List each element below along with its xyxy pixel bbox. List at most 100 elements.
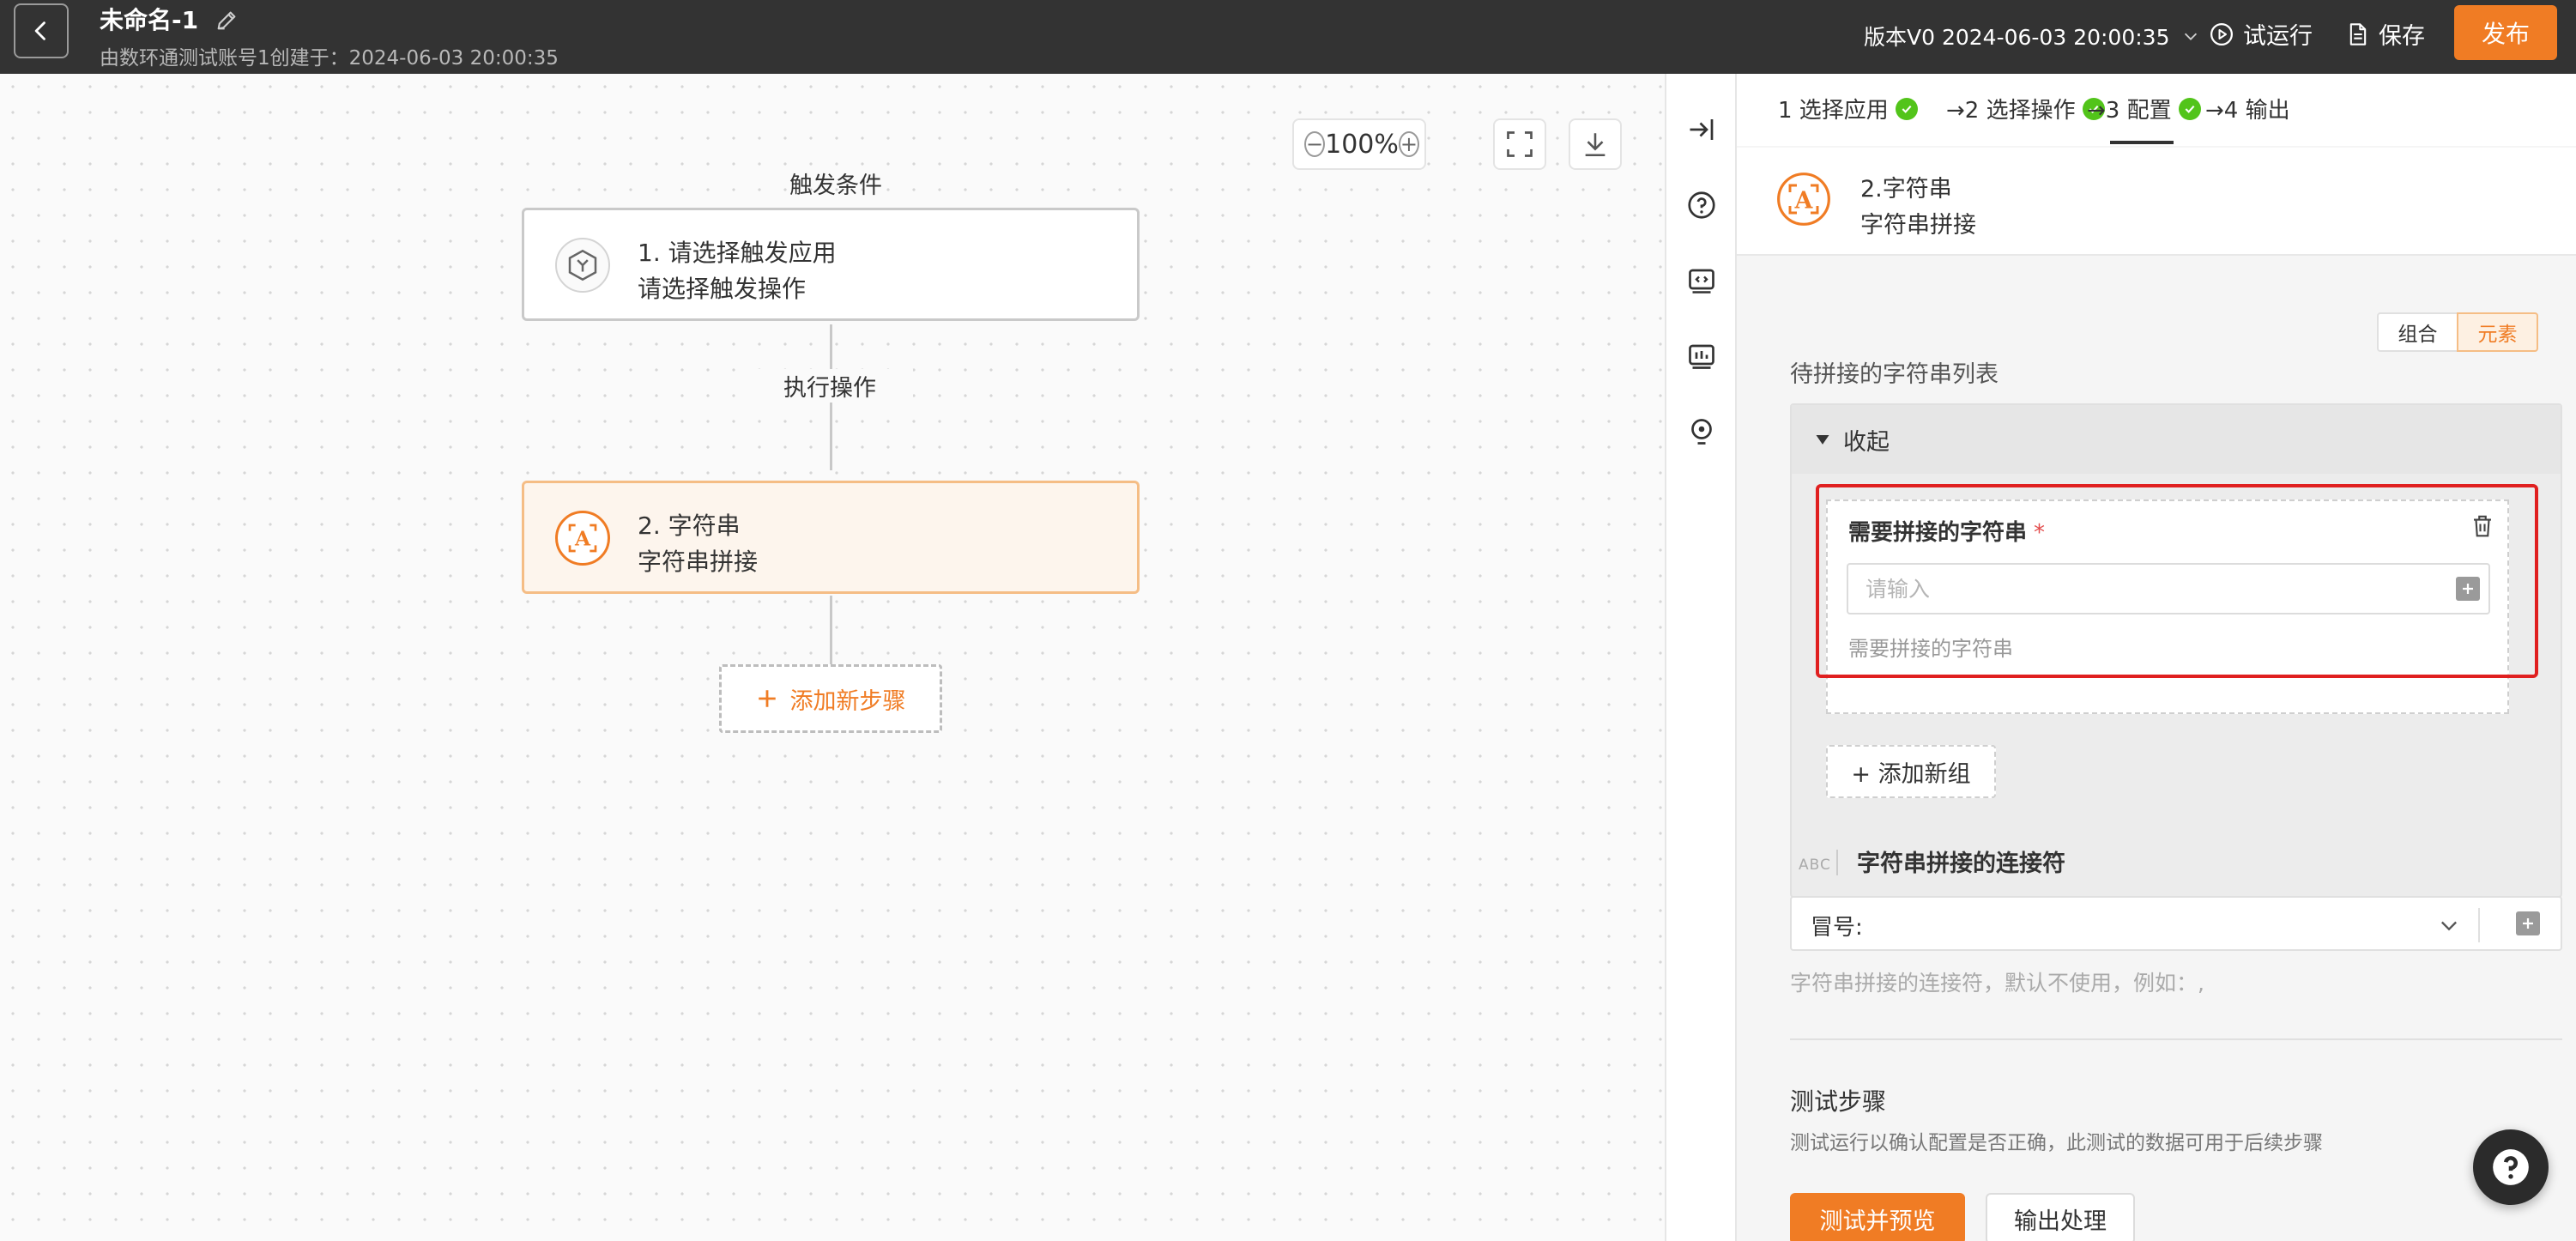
app-action: 字符串拼接 xyxy=(1860,212,1976,239)
zoom-in-button[interactable]: + xyxy=(1398,131,1419,157)
step-configure[interactable]: →3 配置 xyxy=(2087,93,2201,124)
step-label: →2 选择操作 xyxy=(1946,98,2076,124)
version-selector[interactable]: 版本V0 2024-06-03 20:00:35 xyxy=(1864,21,2200,51)
string-list-group: 收起 需要拼接的字符串* 需要拼接的字符串 + 添加新组 xyxy=(1790,403,2562,898)
step-output[interactable]: →4 输出 xyxy=(2205,93,2290,124)
check-circle-icon xyxy=(2178,97,2201,120)
string-input[interactable] xyxy=(1848,565,2415,613)
connector-hint: 字符串拼接的连接符，默认不使用，例如：, xyxy=(1790,971,2204,996)
test-step-title: 测试步骤 xyxy=(1790,1087,1887,1116)
insert-variable-icon[interactable] xyxy=(2456,577,2480,601)
mode-toggle: 组合 元素 xyxy=(2377,312,2538,352)
svg-text:A: A xyxy=(574,526,591,550)
document-icon xyxy=(2349,22,2367,45)
divider xyxy=(2478,908,2480,942)
back-button[interactable] xyxy=(14,3,69,58)
zoom-level: 100% xyxy=(1325,129,1399,160)
node-subtitle: 请选择触发操作 xyxy=(638,275,807,303)
field-hint: 需要拼接的字符串 xyxy=(1848,637,2013,661)
selected-app-card: A 2.字符串 字符串拼接 xyxy=(1737,148,2576,256)
log-button[interactable] xyxy=(1684,338,1720,374)
insert-variable-icon[interactable] xyxy=(2516,911,2540,935)
mode-element-option[interactable]: 元素 xyxy=(2457,312,2538,352)
lightbulb-icon xyxy=(1691,419,1712,445)
caret-down-icon xyxy=(1816,435,1829,445)
chevron-down-icon xyxy=(2185,33,2198,40)
play-circle-icon xyxy=(2210,22,2233,45)
connector-value: 冒号: xyxy=(1811,915,1863,941)
output-process-button[interactable]: 输出处理 xyxy=(1986,1193,2135,1241)
string-app-icon: A xyxy=(555,511,610,566)
connector-select[interactable]: 冒号: xyxy=(1790,896,2562,951)
string-input-box xyxy=(1847,563,2490,614)
top-header: 未命名-1 由数环通测试账号1创建于：2024-06-03 20:00:35 版… xyxy=(0,0,2576,74)
trigger-label: 触发条件 xyxy=(789,173,882,199)
help-float-button[interactable] xyxy=(2473,1129,2549,1205)
test-step-desc: 测试运行以确认配置是否正确，此测试的数据可用于后续步骤 xyxy=(1790,1132,2323,1154)
code-button[interactable] xyxy=(1684,263,1720,299)
add-step-label: 添加新步骤 xyxy=(789,687,906,715)
step-label: →3 配置 xyxy=(2087,98,2172,124)
app-placeholder-icon xyxy=(555,238,610,293)
trial-run-label: 试运行 xyxy=(2243,23,2313,50)
divider xyxy=(1836,850,1838,875)
node-title: 1. 请选择触发应用 xyxy=(638,239,837,267)
chevron-left-icon xyxy=(34,21,45,40)
zoom-control: − 100% + xyxy=(1292,118,1426,170)
collapse-toggle[interactable]: 收起 xyxy=(1792,405,2561,474)
node-title: 2. 字符串 xyxy=(638,512,741,540)
chart-window-icon xyxy=(1689,344,1714,369)
node-subtitle: 字符串拼接 xyxy=(638,548,759,576)
collapse-panel-button[interactable] xyxy=(1684,112,1720,148)
zoom-out-button[interactable]: − xyxy=(1304,131,1326,157)
download-button[interactable] xyxy=(1569,118,1622,170)
workflow-title: 未命名-1 xyxy=(100,6,199,34)
mode-combine-option[interactable]: 组合 xyxy=(2379,314,2457,350)
step-select-action[interactable]: →2 选择操作 xyxy=(1946,93,2105,124)
config-panel: 1 选择应用 →2 选择操作 →3 配置 →4 输出 A 2.字符串 字符串拼接… xyxy=(1735,74,2576,1241)
connector-title: 字符串拼接的连接符 xyxy=(1857,851,2065,877)
add-group-button[interactable]: + 添加新组 xyxy=(1826,745,1996,798)
created-info: 由数环通测试账号1创建于：2024-06-03 20:00:35 xyxy=(100,47,559,70)
question-circle-icon xyxy=(1688,191,1715,219)
save-label: 保存 xyxy=(2379,23,2425,50)
string-app-icon: A xyxy=(1777,173,1830,226)
section-divider xyxy=(1790,1038,2562,1040)
step-progress: 1 选择应用 →2 选择操作 →3 配置 →4 输出 xyxy=(1737,74,2576,146)
action-label: 执行操作 xyxy=(747,369,913,403)
plus-icon xyxy=(758,690,776,707)
save-button[interactable]: 保存 xyxy=(2346,17,2425,51)
active-step-indicator xyxy=(2110,141,2174,144)
step-label: →4 输出 xyxy=(2205,98,2290,124)
string-list-label: 待拼接的字符串列表 xyxy=(1790,361,1999,388)
trigger-node[interactable]: 1. 请选择触发应用 请选择触发操作 xyxy=(522,208,1140,321)
collapse-right-icon xyxy=(1690,119,1714,140)
chevron-down-icon xyxy=(2441,921,2457,931)
add-step-button[interactable]: 添加新步骤 xyxy=(719,664,942,733)
trash-icon[interactable] xyxy=(2470,513,2495,539)
svg-text:A: A xyxy=(1794,188,1813,215)
side-toolbar xyxy=(1665,74,1735,1241)
step-select-app[interactable]: 1 选择应用 xyxy=(1778,93,1918,124)
step-label: 1 选择应用 xyxy=(1778,98,1889,124)
string-node[interactable]: A 2. 字符串 字符串拼接 xyxy=(522,481,1140,594)
edit-icon[interactable] xyxy=(215,9,239,33)
fullscreen-icon xyxy=(1507,131,1533,157)
version-label: 版本V0 2024-06-03 20:00:35 xyxy=(1864,25,2170,50)
required-mark: * xyxy=(2034,520,2046,546)
code-window-icon xyxy=(1689,269,1714,294)
text-type-icon: ABC xyxy=(1799,857,1831,874)
workflow-canvas[interactable]: − 100% + 触发条件 1. 请选择触发应用 请选择触发操作 执行操作 A … xyxy=(0,74,1665,1241)
trial-run-button[interactable]: 试运行 xyxy=(2209,17,2313,51)
flow-connector xyxy=(830,409,832,470)
app-name: 2.字符串 xyxy=(1860,176,1952,203)
check-circle-icon xyxy=(1895,97,1918,120)
publish-button[interactable]: 发布 xyxy=(2454,5,2557,60)
field-title: 需要拼接的字符串 * xyxy=(1848,520,2046,546)
fullscreen-button[interactable] xyxy=(1493,118,1546,170)
collapse-label: 收起 xyxy=(1843,428,1890,456)
help-button[interactable] xyxy=(1684,187,1720,223)
test-preview-button[interactable]: 测试并预览 xyxy=(1790,1193,1965,1241)
tips-button[interactable] xyxy=(1684,414,1720,450)
flow-connector xyxy=(830,596,832,664)
